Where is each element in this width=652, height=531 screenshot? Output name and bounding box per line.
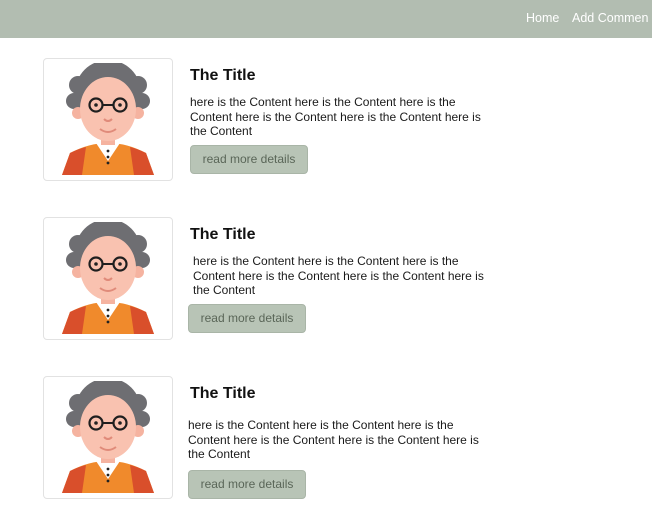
read-more-button[interactable]: read more details [188,304,306,333]
navbar: Home Add Commen [0,0,652,38]
old-man-avatar-icon [62,222,154,334]
read-more-button[interactable]: read more details [190,145,308,174]
post-content: here is the Content here is the Content … [188,418,479,461]
post-thumbnail [43,58,173,181]
old-man-avatar-icon [62,63,154,175]
post-thumbnail [43,217,173,340]
read-more-button[interactable]: read more details [188,470,306,499]
nav-add-comment-link[interactable]: Add Commen [572,11,648,25]
post-title: The Title [190,226,256,243]
post-title: The Title [190,67,256,84]
post-content: here is the Content here is the Content … [190,95,481,138]
post-thumbnail [43,376,173,499]
old-man-avatar-icon [62,381,154,493]
post-title: The Title [190,385,256,402]
post-content: here is the Content here is the Content … [193,254,484,297]
nav-home-link[interactable]: Home [526,11,559,25]
